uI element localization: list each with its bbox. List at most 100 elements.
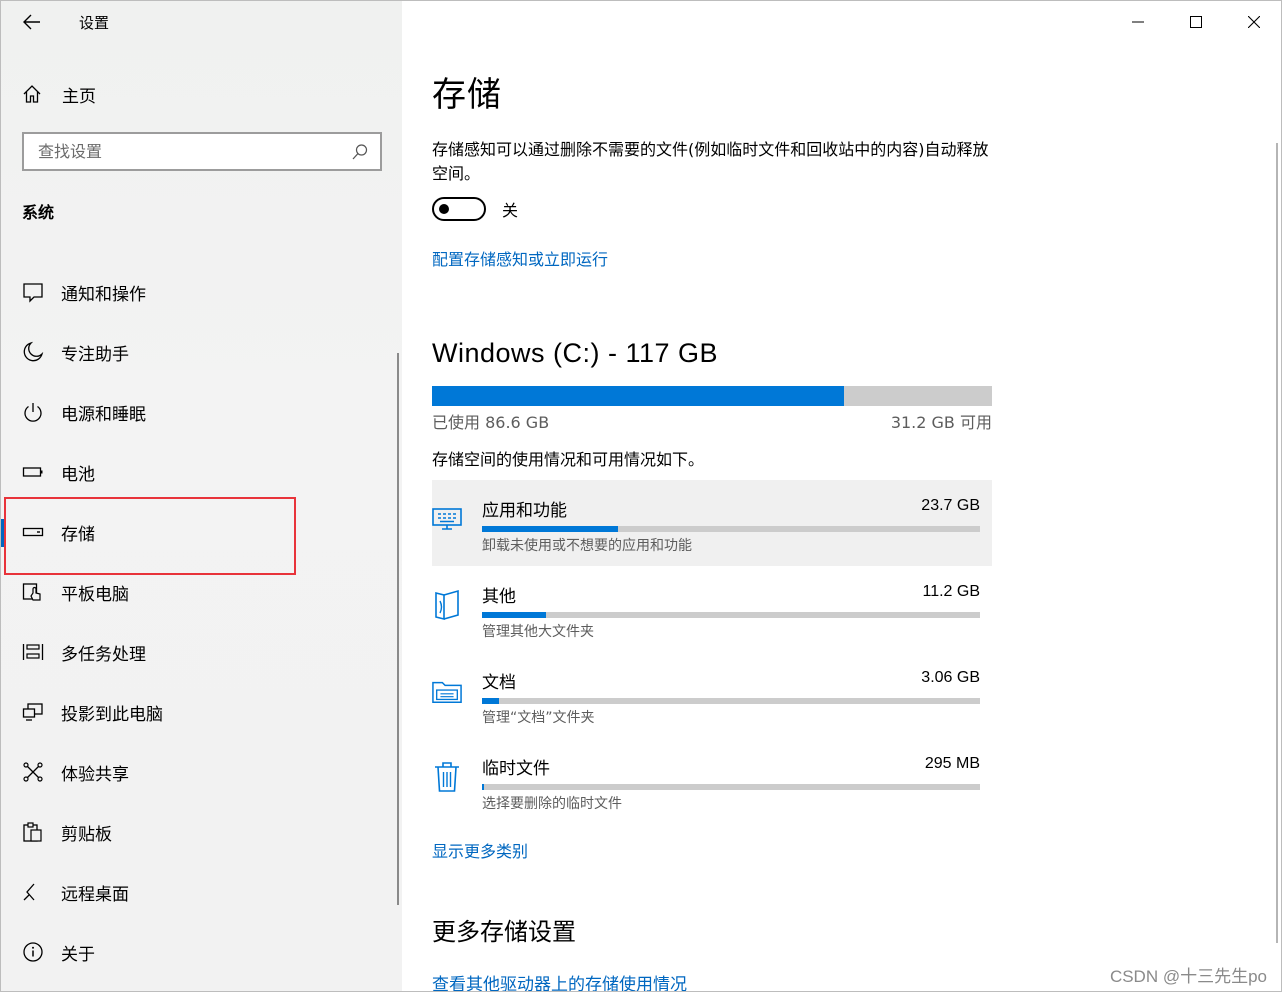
configure-storage-sense-link[interactable]: 配置存储感知或立即运行 <box>432 246 608 270</box>
main-content: 存储 存储感知可以通过删除不需要的文件(例如临时文件和回收站中的内容)自动释放空… <box>402 1 1281 991</box>
storage-sense-toggle[interactable]: 关 <box>432 197 518 221</box>
info-icon <box>21 940 45 964</box>
caption-buttons <box>1109 1 1281 43</box>
clipboard-icon <box>21 820 45 844</box>
toggle-knob <box>439 204 449 214</box>
category-bar <box>482 784 980 790</box>
back-arrow-icon <box>23 14 40 30</box>
trash-icon <box>432 760 462 794</box>
category-other[interactable]: 其他 11.2 GB 管理其他大文件夹 <box>432 566 992 652</box>
category-bar <box>482 612 980 618</box>
category-bar-fill <box>482 526 619 532</box>
other-drives-usage-link[interactable]: 查看其他驱动器上的存储使用情况 <box>432 970 687 991</box>
sidebar-item-tablet[interactable]: 平板电脑 <box>1 567 402 617</box>
window-title: 设置 <box>79 14 110 32</box>
sidebar-item-about[interactable]: 关于 <box>1 927 402 977</box>
back-button[interactable] <box>15 7 49 37</box>
category-documents[interactable]: 文档 3.06 GB 管理“文档”文件夹 <box>432 652 992 738</box>
sidebar-item-notifications[interactable]: 通知和操作 <box>1 267 402 317</box>
sidebar-item-multitasking[interactable]: 多任务处理 <box>1 627 402 677</box>
category-size: 23.7 GB <box>921 497 980 514</box>
storage-drive-icon <box>21 520 45 544</box>
minimize-button[interactable] <box>1109 1 1167 43</box>
category-bar-fill <box>482 698 500 704</box>
category-size: 11.2 GB <box>922 583 980 600</box>
power-icon <box>21 400 45 424</box>
sidebar-item-label: 多任务处理 <box>61 644 146 665</box>
multitasking-icon <box>21 640 45 664</box>
other-files-icon <box>432 588 462 622</box>
toggle-state-label: 关 <box>502 201 519 220</box>
sidebar-item-label: 关于 <box>61 944 95 965</box>
sidebar-item-battery[interactable]: 电池 <box>1 447 402 497</box>
sidebar: 设置 主页 系统 通知和操作 专注助手 <box>1 1 402 991</box>
sidebar-item-projection[interactable]: 投影到此电脑 <box>1 687 402 737</box>
sidebar-home[interactable]: 主页 <box>1 73 402 115</box>
sidebar-item-label: 专注助手 <box>61 344 129 365</box>
sidebar-item-label: 电源和睡眠 <box>61 404 146 425</box>
sidebar-item-storage[interactable]: 存储 <box>1 507 402 557</box>
sidebar-item-label: 电池 <box>61 464 95 485</box>
drive-usage-bar <box>432 386 992 406</box>
section-heading-system: 系统 <box>22 203 55 222</box>
maximize-icon <box>1190 16 1202 28</box>
sidebar-item-clipboard[interactable]: 剪贴板 <box>1 807 402 857</box>
search-icon[interactable] <box>348 140 372 164</box>
apps-icon <box>432 502 462 536</box>
sidebar-item-label: 远程桌面 <box>61 884 129 905</box>
watermark: CSDN @十三先生po <box>1109 967 1267 986</box>
page-title: 存储 <box>432 75 502 115</box>
sidebar-item-label: 剪贴板 <box>61 824 112 845</box>
sidebar-item-label: 存储 <box>61 524 95 545</box>
maximize-button[interactable] <box>1167 1 1225 43</box>
sidebar-item-shared-experiences[interactable]: 体验共享 <box>1 747 402 797</box>
sidebar-scrollbar[interactable] <box>397 353 399 905</box>
remote-desktop-icon <box>21 880 45 904</box>
category-name: 其他 <box>482 587 516 607</box>
drive-free-label: 31.2 GB 可用 <box>890 413 992 432</box>
notification-icon <box>21 280 45 304</box>
minimize-icon <box>1132 21 1144 23</box>
show-more-categories-link[interactable]: 显示更多类别 <box>432 838 528 862</box>
category-apps-features[interactable]: 应用和功能 23.7 GB 卸载未使用或不想要的应用和功能 <box>432 480 992 566</box>
category-description: 管理其他大文件夹 <box>482 624 594 640</box>
battery-icon <box>21 460 45 484</box>
main-scrollbar[interactable] <box>1276 143 1278 943</box>
toggle-switch[interactable] <box>432 197 486 221</box>
category-size: 3.06 GB <box>921 669 980 686</box>
category-temporary-files[interactable]: 临时文件 295 MB 选择要删除的临时文件 <box>432 738 992 824</box>
close-icon <box>1248 16 1260 28</box>
home-icon <box>21 83 43 105</box>
category-bar-fill <box>482 612 547 618</box>
category-bar <box>482 526 980 532</box>
drive-title: Windows (C:) - 117 GB <box>432 338 719 368</box>
search-box[interactable] <box>22 132 382 171</box>
settings-window: 设置 主页 系统 通知和操作 专注助手 <box>0 0 1282 992</box>
sidebar-item-label: 平板电脑 <box>61 584 129 605</box>
category-size: 295 MB <box>924 755 980 772</box>
close-button[interactable] <box>1225 1 1281 43</box>
category-bar-fill <box>482 784 484 790</box>
sidebar-item-label: 体验共享 <box>61 764 129 785</box>
category-description: 选择要删除的临时文件 <box>482 796 622 812</box>
sidebar-item-focus-assist[interactable]: 专注助手 <box>1 327 402 377</box>
sidebar-item-remote-desktop[interactable]: 远程桌面 <box>1 867 402 917</box>
share-icon <box>21 760 45 784</box>
search-input[interactable] <box>24 134 348 169</box>
category-bar <box>482 698 980 704</box>
category-name: 临时文件 <box>482 759 550 779</box>
more-storage-settings-heading: 更多存储设置 <box>432 918 576 946</box>
sidebar-item-power-sleep[interactable]: 电源和睡眠 <box>1 387 402 437</box>
moon-icon <box>21 340 45 364</box>
projection-icon <box>21 700 45 724</box>
category-description: 卸载未使用或不想要的应用和功能 <box>482 538 692 554</box>
home-label: 主页 <box>62 86 96 107</box>
drive-usage-fill <box>432 386 844 406</box>
tablet-icon <box>21 580 45 604</box>
category-name: 文档 <box>482 673 516 693</box>
usage-description: 存储空间的使用情况和可用情况如下。 <box>432 450 705 469</box>
documents-folder-icon <box>432 674 462 708</box>
sidebar-item-label: 通知和操作 <box>61 284 146 305</box>
category-description: 管理“文档”文件夹 <box>482 710 595 726</box>
storage-sense-description: 存储感知可以通过删除不需要的文件(例如临时文件和回收站中的内容)自动释放空间。 <box>432 140 989 183</box>
